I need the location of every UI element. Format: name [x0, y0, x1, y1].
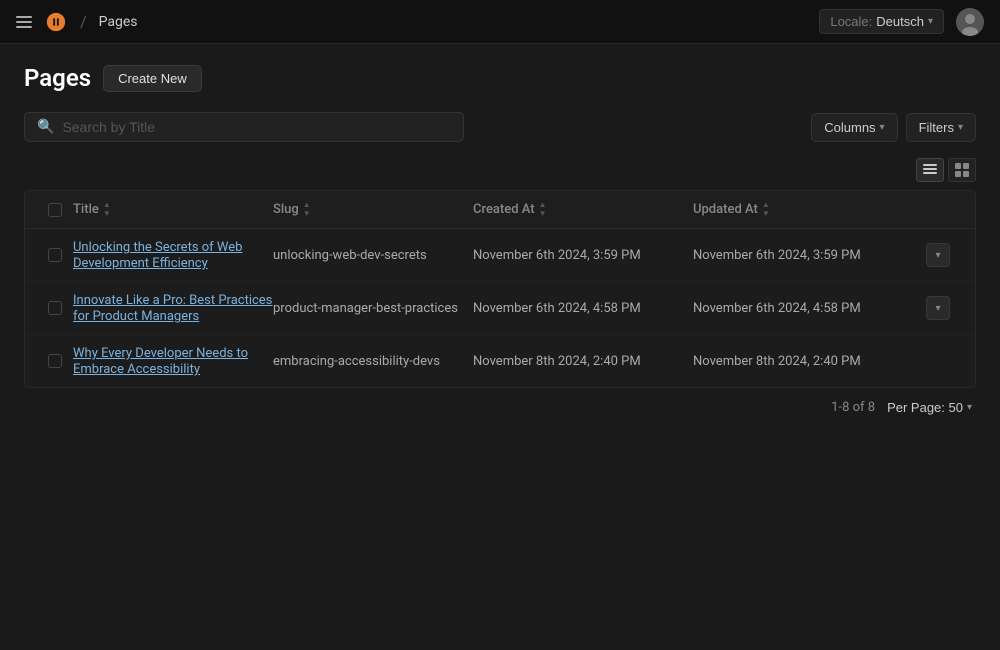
row-checkbox[interactable]	[48, 354, 62, 368]
toolbar-right: Columns ▾ Filters ▾	[811, 113, 976, 142]
sort-up-icon: ▲	[303, 201, 311, 209]
cell-actions: ▾	[913, 296, 963, 320]
sort-icons-slug[interactable]: ▲ ▼	[303, 201, 311, 218]
chevron-down-icon: ▾	[880, 122, 885, 133]
create-new-button[interactable]: Create New	[103, 65, 202, 92]
select-all-checkbox[interactable]	[48, 203, 62, 217]
sort-icons-title[interactable]: ▲ ▼	[103, 201, 111, 218]
row-checkbox-cell	[37, 354, 73, 368]
row-checkbox[interactable]	[48, 248, 62, 262]
breadcrumb-label: Pages	[99, 14, 138, 30]
cell-slug: product-manager-best-practices	[273, 301, 473, 316]
row-checkbox-cell	[37, 248, 73, 262]
sort-icons-created-at[interactable]: ▲ ▼	[539, 201, 547, 218]
col-title-label: Title	[73, 202, 99, 217]
pages-table: Title ▲ ▼ Slug ▲ ▼ Created At ▲ ▼	[24, 190, 976, 388]
cell-title: Unlocking the Secrets of Web Development…	[73, 239, 273, 271]
topbar-left: / Pages	[16, 10, 819, 34]
sort-up-icon: ▲	[539, 201, 547, 209]
cell-title: Why Every Developer Needs to Embrace Acc…	[73, 345, 273, 377]
col-slug-label: Slug	[273, 202, 299, 217]
columns-label: Columns	[824, 120, 875, 135]
filters-label: Filters	[919, 120, 954, 135]
cell-updated-at: November 6th 2024, 4:58 PM	[693, 301, 913, 316]
title-link[interactable]: Innovate Like a Pro: Best Practices for …	[73, 293, 272, 324]
page-title: Pages	[24, 64, 91, 92]
cell-slug: unlocking-web-dev-secrets	[273, 248, 473, 263]
search-wrap: 🔍	[24, 112, 464, 142]
sort-icons-updated-at[interactable]: ▲ ▼	[762, 201, 770, 218]
cell-updated-at: November 8th 2024, 2:40 PM	[693, 354, 913, 369]
cell-created-at: November 8th 2024, 2:40 PM	[473, 354, 693, 369]
col-created-at-label: Created At	[473, 202, 535, 217]
row-checkbox-cell	[37, 301, 73, 315]
search-input[interactable]	[62, 119, 451, 135]
locale-prefix: Locale:	[830, 14, 872, 29]
grid-view-button[interactable]	[948, 158, 976, 182]
title-link[interactable]: Why Every Developer Needs to Embrace Acc…	[73, 346, 248, 377]
search-toolbar: 🔍 Columns ▾ Filters ▾	[24, 112, 976, 142]
sort-down-icon: ▼	[303, 210, 311, 218]
menu-icon[interactable]	[16, 12, 36, 32]
row-expand-button[interactable]: ▾	[926, 243, 950, 267]
sort-down-icon: ▼	[103, 210, 111, 218]
chevron-down-icon: ▾	[958, 122, 963, 133]
cell-created-at: November 6th 2024, 3:59 PM	[473, 248, 693, 263]
sort-up-icon: ▲	[762, 201, 770, 209]
avatar[interactable]	[956, 8, 984, 36]
table-row: Innovate Like a Pro: Best Practices for …	[25, 282, 975, 335]
row-checkbox[interactable]	[48, 301, 62, 315]
logo-icon	[44, 10, 68, 34]
locale-selector[interactable]: Locale: Deutsch ▾	[819, 9, 944, 34]
title-link[interactable]: Unlocking the Secrets of Web Development…	[73, 240, 242, 271]
col-header-slug[interactable]: Slug ▲ ▼	[273, 201, 473, 218]
list-view-button[interactable]	[916, 158, 944, 182]
cell-title: Innovate Like a Pro: Best Practices for …	[73, 292, 273, 324]
table-body: Unlocking the Secrets of Web Development…	[25, 229, 975, 387]
topbar: / Pages Locale: Deutsch ▾	[0, 0, 1000, 44]
view-toggle	[24, 158, 976, 182]
per-page-label: Per Page: 50	[887, 400, 963, 415]
filters-button[interactable]: Filters ▾	[906, 113, 976, 142]
per-page-selector[interactable]: Per Page: 50 ▾	[887, 400, 972, 415]
main-content: Pages Create New 🔍 Columns ▾ Filters ▾	[0, 44, 1000, 439]
topbar-right: Locale: Deutsch ▾	[819, 8, 984, 36]
col-header-title[interactable]: Title ▲ ▼	[73, 201, 273, 218]
columns-button[interactable]: Columns ▾	[811, 113, 897, 142]
breadcrumb-separator: /	[80, 12, 87, 31]
table-row: Why Every Developer Needs to Embrace Acc…	[25, 335, 975, 387]
cell-slug: embracing-accessibility-devs	[273, 354, 473, 369]
col-header-created-at[interactable]: Created At ▲ ▼	[473, 201, 693, 218]
locale-value: Deutsch	[876, 14, 924, 29]
chevron-down-icon: ▾	[928, 16, 933, 27]
sort-up-icon: ▲	[103, 201, 111, 209]
sort-down-icon: ▼	[539, 210, 547, 218]
select-all-checkbox-cell	[37, 203, 73, 217]
chevron-down-icon: ▾	[967, 402, 972, 413]
table-row: Unlocking the Secrets of Web Development…	[25, 229, 975, 282]
pagination-range: 1-8 of 8	[831, 400, 875, 415]
search-icon: 🔍	[37, 119, 54, 135]
cell-actions: ▾	[913, 243, 963, 267]
sort-down-icon: ▼	[762, 210, 770, 218]
table-header-row: Title ▲ ▼ Slug ▲ ▼ Created At ▲ ▼	[25, 191, 975, 229]
cell-updated-at: November 6th 2024, 3:59 PM	[693, 248, 913, 263]
cell-created-at: November 6th 2024, 4:58 PM	[473, 301, 693, 316]
col-updated-at-label: Updated At	[693, 202, 758, 217]
page-header: Pages Create New	[24, 64, 976, 92]
col-header-updated-at[interactable]: Updated At ▲ ▼	[693, 201, 913, 218]
row-expand-button[interactable]: ▾	[926, 296, 950, 320]
pagination: 1-8 of 8 Per Page: 50 ▾	[24, 388, 976, 419]
